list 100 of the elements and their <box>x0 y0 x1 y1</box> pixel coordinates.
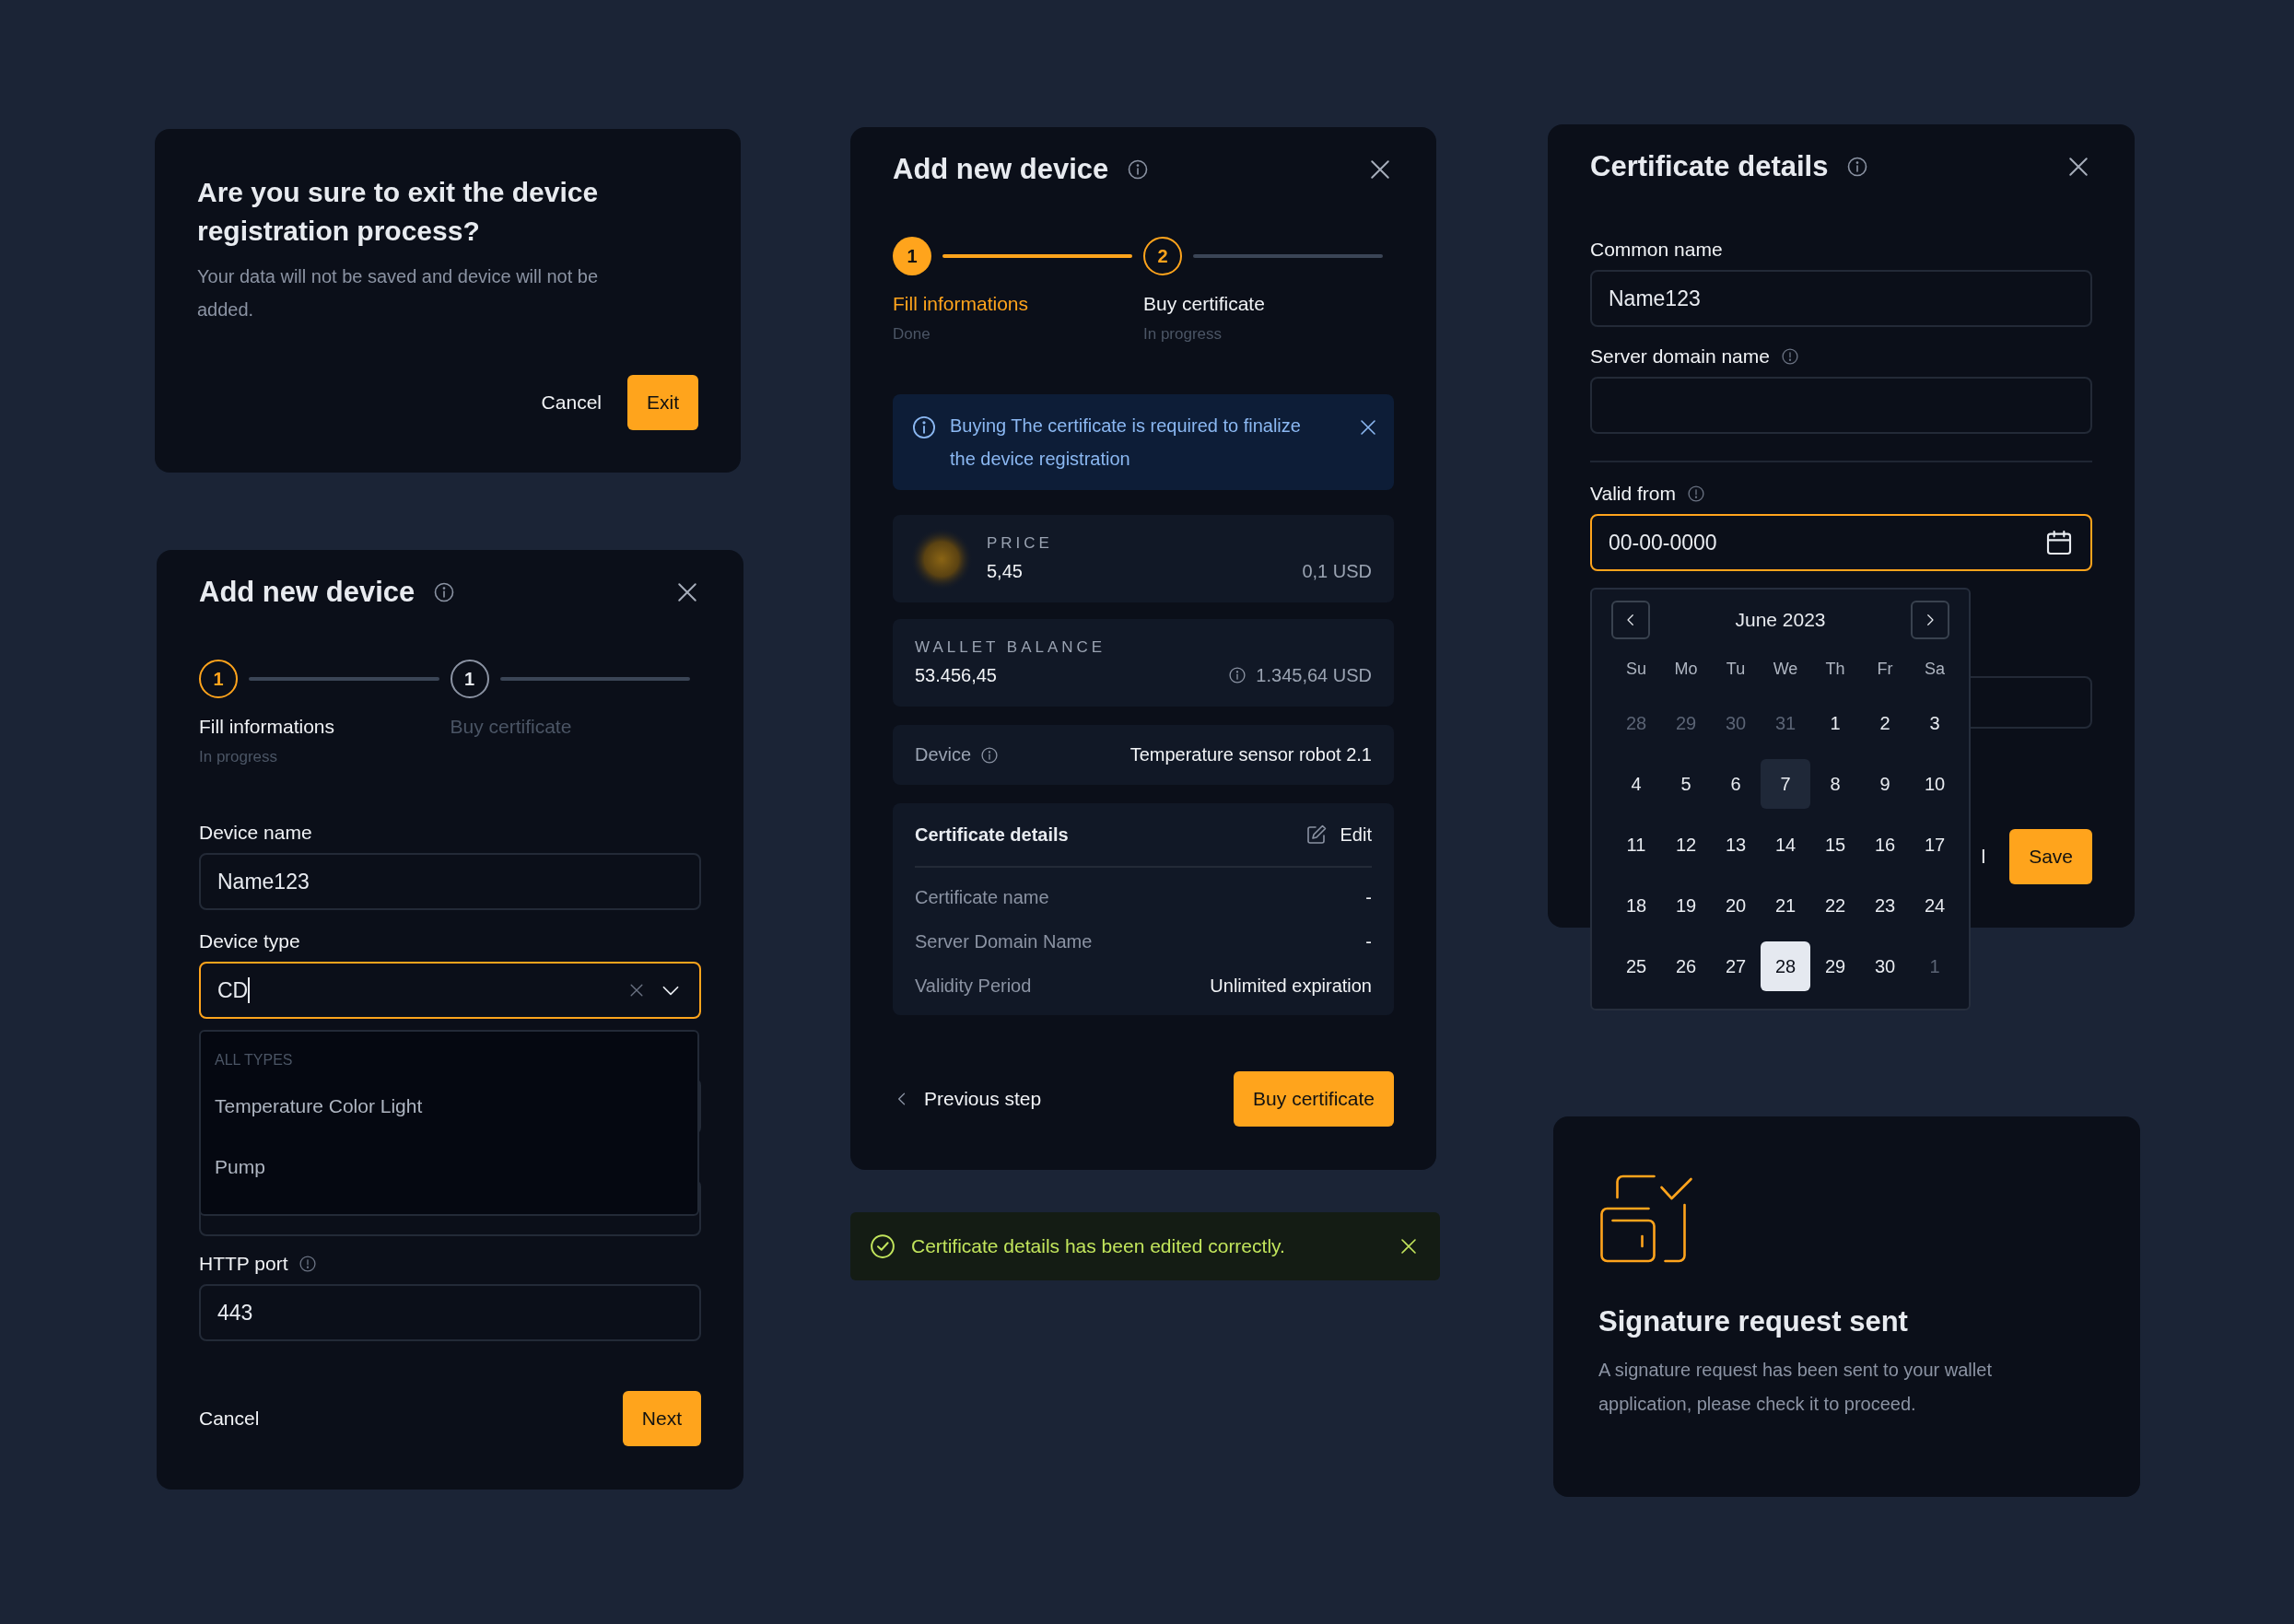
calendar-day[interactable]: 4 <box>1611 759 1661 809</box>
section-title: Certificate details <box>915 824 1069 846</box>
calendar-day[interactable]: 29 <box>1810 941 1860 991</box>
calendar-day[interactable]: 13 <box>1711 820 1761 870</box>
device-value: Temperature sensor robot 2.1 <box>1129 744 1372 765</box>
detail-label: Server Domain Name <box>915 930 1093 953</box>
previous-step-button[interactable]: Previous step <box>893 1071 1042 1127</box>
detail-label: Validity Period <box>915 975 1032 998</box>
info-icon[interactable] <box>1846 156 1869 178</box>
cancel-button[interactable]: Cancel <box>541 375 602 430</box>
step-label: Buy certificate <box>450 715 573 739</box>
info-icon[interactable] <box>1228 665 1247 684</box>
calendar-day[interactable]: 15 <box>1810 820 1860 870</box>
calendar-day[interactable]: 25 <box>1611 941 1661 991</box>
info-icon[interactable] <box>298 1255 318 1273</box>
group-label: ALL TYPES <box>215 1051 294 1069</box>
exit-button[interactable]: Exit <box>627 375 698 430</box>
field-label: Server domain name <box>1590 345 1770 368</box>
info-icon[interactable] <box>1780 347 1799 366</box>
date-field[interactable]: 00-00-0000 <box>1590 514 2092 571</box>
calendar-day[interactable]: 1 <box>1810 698 1860 748</box>
dialog-title: Add new device <box>199 576 415 609</box>
weekday-label: Fr <box>1876 659 1894 680</box>
calendar-day[interactable]: 28 <box>1761 941 1810 991</box>
calendar-day[interactable]: 2 <box>1860 698 1910 748</box>
calendar-day[interactable]: 17 <box>1910 820 1960 870</box>
calendar-day[interactable]: 26 <box>1661 941 1711 991</box>
step-status: In progress <box>1143 324 1223 345</box>
calendar-day[interactable]: 5 <box>1661 759 1711 809</box>
calendar-day[interactable]: 30 <box>1860 941 1910 991</box>
device-label: Device <box>915 744 972 765</box>
dialog-title: Add new device <box>893 153 1109 186</box>
calendar-day[interactable]: 7 <box>1761 759 1810 809</box>
edit-icon <box>1305 824 1328 846</box>
wallet-check-icon <box>1598 1174 1693 1264</box>
calendar-day[interactable]: 12 <box>1661 820 1711 870</box>
next-button[interactable]: Next <box>622 1391 701 1446</box>
input-field[interactable] <box>1590 377 2092 434</box>
calendar-day[interactable]: 21 <box>1761 881 1810 930</box>
calendar-day[interactable]: 9 <box>1860 759 1910 809</box>
dialog-title: Certificate details <box>1590 150 1829 183</box>
detail-label: Certificate name <box>915 886 1049 909</box>
info-icon[interactable] <box>1127 158 1150 181</box>
calendar-day[interactable]: 14 <box>1761 820 1810 870</box>
usd-amount: 1.345,64 USD <box>1256 663 1372 687</box>
info-icon[interactable] <box>433 581 456 603</box>
calendar-day[interactable]: 22 <box>1810 881 1860 930</box>
info-icon[interactable] <box>980 745 1000 765</box>
field-label: Device name <box>199 822 312 844</box>
select-field[interactable]: CD <box>199 962 701 1019</box>
dialog-title: Signature request sent <box>1598 1304 1909 1339</box>
field-label: Device type <box>199 930 300 952</box>
calendar-day[interactable]: 27 <box>1711 941 1761 991</box>
edit-button[interactable]: Edit <box>1305 824 1372 846</box>
text-cursor <box>248 977 251 1003</box>
input-field[interactable]: Name123 <box>199 853 701 910</box>
dialog-message: Your data will not be saved and device will not be added. <box>197 265 600 321</box>
wallet-amount: 53.456,45 <box>915 663 997 687</box>
dialog-title: Are you sure to exit the device registration process? <box>197 176 600 248</box>
check-circle-icon <box>869 1233 896 1260</box>
month-title: June 2023 <box>1735 609 1826 631</box>
price-amount: 5,45 <box>987 559 1023 583</box>
input-field[interactable]: 443 <box>199 1284 701 1341</box>
field-label: Common name <box>1590 239 1723 261</box>
calendar-day[interactable]: 10 <box>1910 759 1960 809</box>
calendar-day[interactable]: 18 <box>1611 881 1661 930</box>
calendar-day[interactable]: 11 <box>1611 820 1661 870</box>
save-button[interactable]: Save <box>2009 829 2092 884</box>
detail-value: - <box>1365 930 1372 953</box>
detail-value: Unlimited expiration <box>1210 975 1372 998</box>
info-icon[interactable] <box>1687 485 1705 503</box>
field-label: HTTP port <box>199 1253 288 1275</box>
cancel-button[interactable]: Cancel <box>199 1391 260 1446</box>
alert-message: Buying The certificate is required to finalize the device registration <box>950 415 1302 471</box>
calendar-day[interactable]: 23 <box>1860 881 1910 930</box>
buy-certificate-button[interactable]: Buy certificate <box>1234 1071 1394 1127</box>
cancel-button[interactable]: l <box>1981 846 1986 868</box>
dialog-message: A signature request has been sent to your wallet application, please check it to proceed. <box>1598 1359 1993 1416</box>
calendar-day[interactable]: 24 <box>1910 881 1960 930</box>
toast-message: Certificate details has been edited correctly. <box>911 1235 1286 1257</box>
weekday-label: Sa <box>1924 659 1946 680</box>
step-label: Fill informations <box>893 292 1030 316</box>
calendar-day[interactable]: 19 <box>1661 881 1711 930</box>
input-field[interactable]: Name123 <box>1590 270 2092 327</box>
calendar-day[interactable]: 6 <box>1711 759 1761 809</box>
step-number: 1 <box>450 660 489 698</box>
step-number: 1 <box>893 237 931 275</box>
calendar-icon[interactable] <box>2044 528 2074 557</box>
weekday-label: Mo <box>1673 659 1699 680</box>
calendar-day[interactable]: 8 <box>1810 759 1860 809</box>
step-status: Done <box>893 324 931 345</box>
dropdown-option[interactable]: Pump <box>215 1137 265 1198</box>
step-number: 2 <box>1143 237 1182 275</box>
calendar-day[interactable]: 20 <box>1711 881 1761 930</box>
calendar-day[interactable]: 16 <box>1860 820 1910 870</box>
wallet-label: WALLET BALANCE <box>915 637 1107 658</box>
calendar-day[interactable]: 3 <box>1910 698 1960 748</box>
usd-amount: 0,1 USD <box>1302 559 1372 583</box>
dropdown-option[interactable]: Temperature Color Light <box>215 1076 423 1137</box>
weekday-label: Tu <box>1725 659 1747 680</box>
